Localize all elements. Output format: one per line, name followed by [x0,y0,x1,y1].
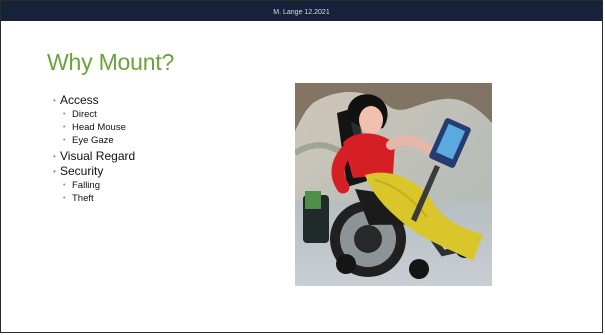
small-wheel [336,254,356,274]
front-caster-left [409,259,429,279]
top-bar: M. Lange 12.2021 [1,1,602,21]
face [359,106,383,134]
presenter-date: M. Lange 12.2021 [273,9,330,16]
bullet-access: Access Direct Head Mouse Eye Gaze [53,93,263,147]
bullet-label: Access [60,93,99,107]
bullet-label: Security [60,164,104,178]
sub-bullet-list: Direct Head Mouse Eye Gaze [60,108,263,147]
slide: M. Lange 12.2021 Why Mount? Access Direc… [0,0,603,333]
sub-bullet-head-mouse: Head Mouse [63,121,263,134]
sub-bullet-eye-gaze: Eye Gaze [63,134,263,147]
bullet-visual-regard: Visual Regard [53,149,263,164]
sub-bullet-direct: Direct [63,108,263,121]
sub-bullet-falling: Falling [63,179,263,192]
wheelchair-user-photo [295,83,492,286]
green-item [305,191,321,209]
left-wheel-hub [354,225,382,253]
sub-bullet-list: Falling Theft [60,179,263,205]
sub-bullet-theft: Theft [63,192,263,205]
bullet-label: Visual Regard [60,149,136,163]
slide-title: Why Mount? [47,49,175,75]
bullet-list: Access Direct Head Mouse Eye Gaze Visual… [53,93,263,207]
photo-illustration [295,83,492,286]
bullet-security: Security Falling Theft [53,164,263,205]
